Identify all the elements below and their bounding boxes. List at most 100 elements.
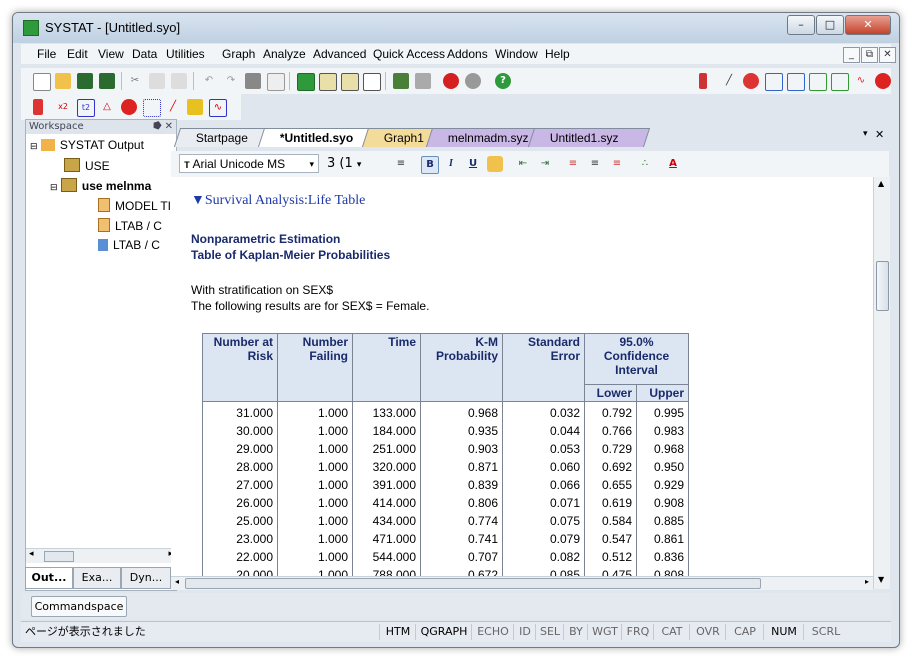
tree-item-use[interactable]: USE [64,158,110,176]
graph-editor-icon[interactable] [341,73,359,91]
bold-button[interactable]: B [421,156,439,174]
scroll-right-icon[interactable]: ▸ [865,577,869,586]
save-icon[interactable] [77,73,93,89]
table-cell: 1.000 [277,422,353,440]
tab-untitled1-syz[interactable]: Untitled1.syz [527,128,651,147]
box-plot-icon[interactable] [787,73,805,91]
menu-view[interactable]: View [98,47,124,61]
minimize-button[interactable]: – [787,15,815,35]
font-size-select[interactable]: 3 (1 ▾ [327,154,371,173]
play-icon[interactable] [465,73,481,89]
chat-icon[interactable] [393,73,409,89]
paste-icon[interactable] [171,73,187,89]
scroll-thumb[interactable] [185,578,761,589]
target-icon[interactable] [121,99,137,115]
data-editor-icon[interactable] [319,73,337,91]
menu-quick-access[interactable]: Quick Access [373,47,445,61]
function-plot-icon[interactable]: ∿ [853,73,869,89]
underline-button[interactable]: U [465,156,481,172]
align-left-icon[interactable]: ≡ [565,156,581,172]
section-heading[interactable]: ▼Survival Analysis:Life Table [191,193,365,209]
menu-edit[interactable]: Edit [67,47,88,61]
line-chart-icon[interactable]: ╱ [721,73,737,89]
scroll-thumb[interactable] [44,551,74,562]
font-select[interactable]: 𝐓 Arial Unicode MS ▾ [179,154,319,173]
menu-data[interactable]: Data [132,47,157,61]
menu-advanced[interactable]: Advanced [313,47,366,61]
scroll-left-icon[interactable]: ◂ [175,577,179,586]
descriptive-stats-icon[interactable] [33,99,43,115]
mdi-restore-button[interactable]: ⧉ [861,47,878,63]
align-right-icon[interactable]: ≡ [609,156,625,172]
t-test-icon[interactable]: t2 [77,99,95,117]
cut-icon[interactable]: ✂ [127,73,143,89]
tab-examples[interactable]: Exa... [73,567,121,589]
help-icon[interactable]: ? [495,73,511,89]
menu-addons[interactable]: Addons [447,47,488,61]
close-tab-icon[interactable]: ✕ [875,128,884,141]
menu-file[interactable]: File [37,47,56,61]
anova-icon[interactable]: △ [99,99,115,115]
collapse-icon[interactable]: ⊟ [30,141,38,151]
open-folder-icon[interactable] [55,73,71,89]
collapse-icon[interactable]: ⊟ [50,182,58,192]
scroll-up-icon[interactable]: ▲ [878,179,884,188]
scroll-down-icon[interactable]: ▼ [878,575,884,584]
tab-list-icon[interactable]: ▾ [863,129,868,139]
save-all-icon[interactable] [99,73,115,89]
tree-root[interactable]: ⊟ SYSTAT Output [30,138,144,156]
mdi-close-button[interactable]: ✕ [879,47,896,63]
mdi-minimize-button[interactable]: _ [843,47,860,63]
font-color-icon[interactable]: A [665,156,681,172]
command-editor-icon[interactable] [363,73,381,91]
workspace-hscroll[interactable]: ◂ ▸ [26,548,176,563]
new-file-icon[interactable] [33,73,51,91]
tree-item-model[interactable]: MODEL TI [98,198,171,216]
map-icon[interactable] [875,73,891,89]
tab-dynamic[interactable]: Dyn... [121,567,171,589]
time-series-icon[interactable]: ∿ [209,99,227,117]
print-preview-icon[interactable] [267,73,285,91]
redo-icon[interactable]: ↷ [223,73,239,89]
pin-icon[interactable]: ⭓ [153,120,162,134]
control-chart-icon[interactable] [187,99,203,115]
output-window-icon[interactable] [297,73,315,91]
undo-icon[interactable]: ↶ [201,73,217,89]
menu-utilities[interactable]: Utilities [166,47,205,61]
tree-item-ltab-1[interactable]: LTAB / C [98,218,162,236]
transfer-icon[interactable] [415,73,431,89]
matrix-plot-icon[interactable] [831,73,849,91]
tree-item-ltab-2[interactable]: LTAB / C [98,238,160,256]
cluster-icon[interactable] [143,99,161,117]
indent-icon[interactable]: ⇥ [537,156,553,172]
tree-item-use-file[interactable]: ⊟ use melnma [50,178,151,196]
maximize-button[interactable]: □ [816,15,844,35]
italic-button[interactable]: I [443,156,459,172]
document-hscroll[interactable]: ◂ ▸ [171,576,873,590]
table-cell: 471.000 [352,530,421,548]
scroll-thumb[interactable] [876,261,889,311]
menu-help[interactable]: Help [545,47,570,61]
align-icon[interactable]: ≡ [393,156,409,172]
outdent-icon[interactable]: ⇤ [515,156,531,172]
scroll-left-icon[interactable]: ◂ [29,549,34,559]
scatter-plot-icon[interactable] [809,73,827,91]
copy-icon[interactable] [149,73,165,89]
highlight-icon[interactable] [487,156,503,172]
close-button[interactable]: ✕ [845,15,891,35]
chi-square-icon[interactable]: x2 [55,99,71,115]
pie-chart-icon[interactable] [743,73,759,89]
bar-chart-icon[interactable] [699,73,707,89]
print-icon[interactable] [245,73,261,89]
document-vscroll[interactable]: ▲ ▼ [873,177,890,589]
tab-output[interactable]: Out... [25,567,73,589]
regression-icon[interactable]: ╱ [165,99,181,115]
align-center-icon[interactable]: ≡ [587,156,603,172]
bullets-icon[interactable]: ∴ [637,156,653,172]
histogram-icon[interactable] [765,73,783,91]
menu-analyze[interactable]: Analyze [263,47,306,61]
commandspace-tab[interactable]: Commandspace [31,596,127,617]
menu-graph[interactable]: Graph [222,47,255,61]
menu-window[interactable]: Window [495,47,538,61]
record-icon[interactable] [443,73,459,89]
